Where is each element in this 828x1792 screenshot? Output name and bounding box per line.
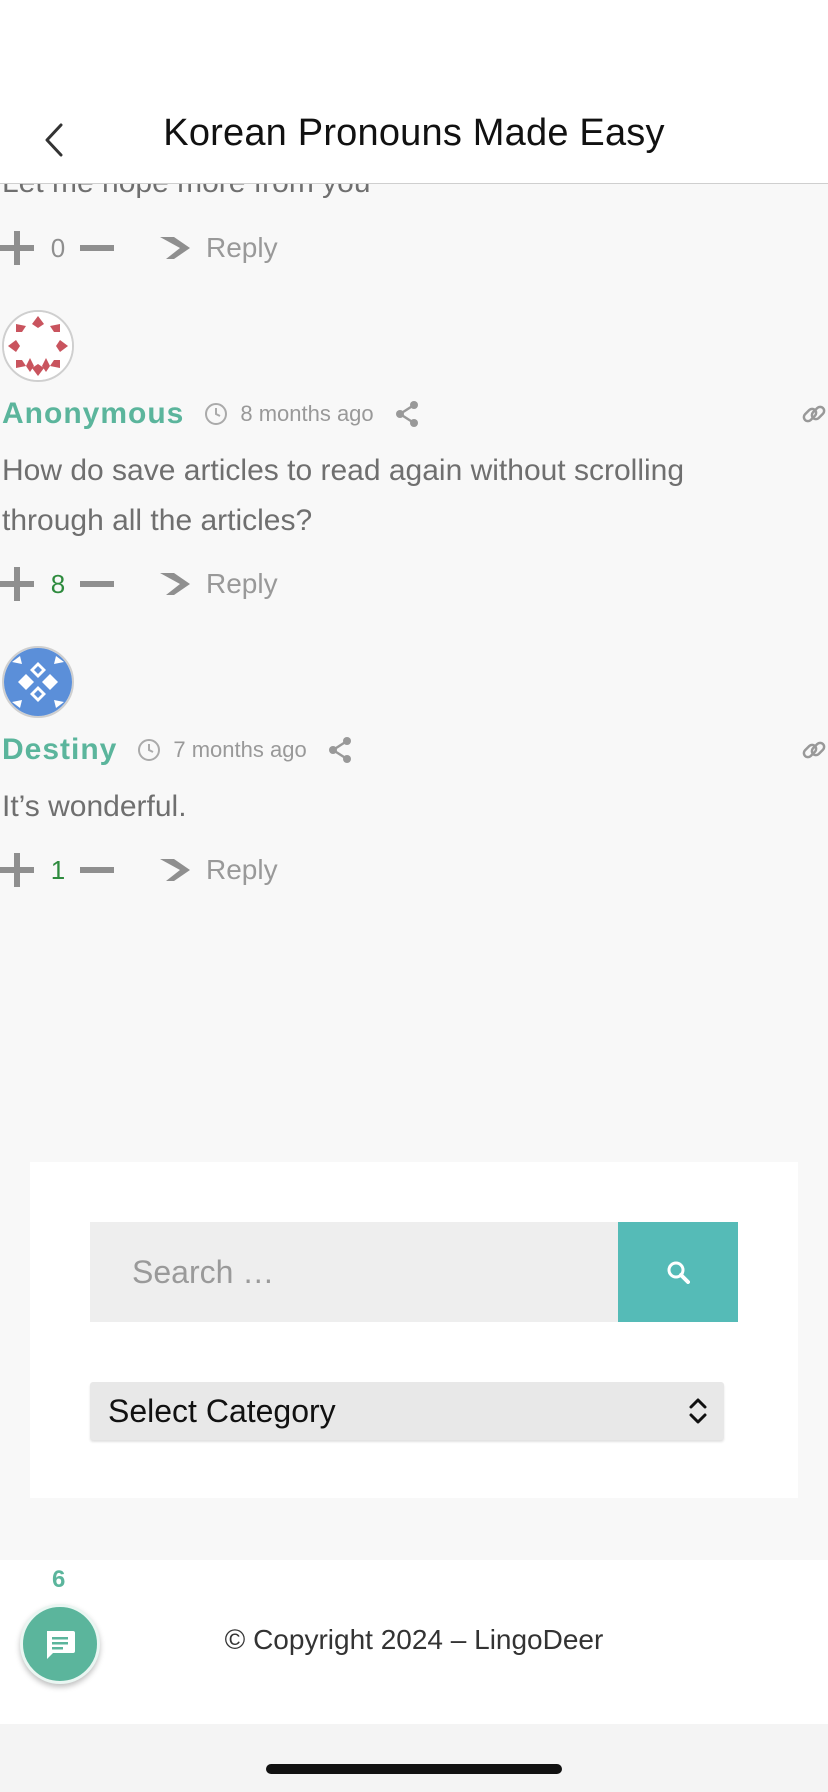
identicon-image [4,648,72,716]
chat-bubble-icon [47,1631,75,1659]
upvote-button[interactable] [0,566,36,602]
share-icon[interactable] [394,400,420,428]
comment-author[interactable]: Anonymous [2,397,184,431]
reply-arrow-icon[interactable] [158,233,192,263]
upvote-button[interactable] [0,230,36,266]
comment-actions: 0 Reply [0,226,278,270]
comment-count-badge: 6 [52,1566,66,1593]
comment-time[interactable]: 7 months ago [173,737,306,763]
vote-count: 0 [50,232,66,263]
link-icon[interactable] [800,400,828,428]
reply-button[interactable]: Reply [206,232,278,264]
avatar [2,310,74,382]
chevron-up-down-icon [689,1398,707,1424]
comment-actions: 8 Reply [0,562,278,606]
category-select[interactable]: Select Category [90,1382,724,1440]
copyright-text: © Copyright 2024 – LingoDeer [224,1624,604,1655]
reply-button[interactable]: Reply [206,854,278,886]
avatar [2,646,74,718]
share-icon[interactable] [327,736,353,764]
downvote-button[interactable] [80,245,114,251]
link-icon[interactable] [800,736,828,764]
identicon-image [4,312,72,380]
reply-arrow-icon[interactable] [158,855,192,885]
comment-author[interactable]: Destiny [2,733,117,767]
vote-count: 1 [50,854,66,885]
downvote-button[interactable] [80,581,114,587]
home-indicator[interactable] [266,1764,562,1774]
reply-arrow-icon[interactable] [158,569,192,599]
comment-text: How do save articles to read again witho… [2,454,685,537]
reply-button[interactable]: Reply [206,568,278,600]
top-nav-bar: Korean Pronouns Made Easy [0,0,828,184]
comment-time[interactable]: 8 months ago [240,401,373,427]
comment-meta: Anonymous 8 months ago [2,394,828,434]
comment-actions: 1 Reply [0,848,278,892]
search-button[interactable] [618,1222,738,1322]
clock-icon [138,739,161,761]
search-icon [667,1261,690,1284]
comments-chat-button[interactable] [20,1604,100,1684]
downvote-button[interactable] [80,867,114,873]
sidebar-widget: Select Category [30,1162,798,1498]
category-select-value: Select Category [108,1392,336,1429]
vote-count: 8 [50,568,66,599]
page-title: Korean Pronouns Made Easy [163,112,665,154]
comment-text: It’s wonderful. [2,790,187,823]
bottom-safe-area [0,1724,828,1792]
upvote-button[interactable] [0,852,36,888]
comment-meta: Destiny 7 months ago [2,730,828,770]
search-input[interactable] [90,1222,618,1322]
clock-icon [205,403,228,425]
